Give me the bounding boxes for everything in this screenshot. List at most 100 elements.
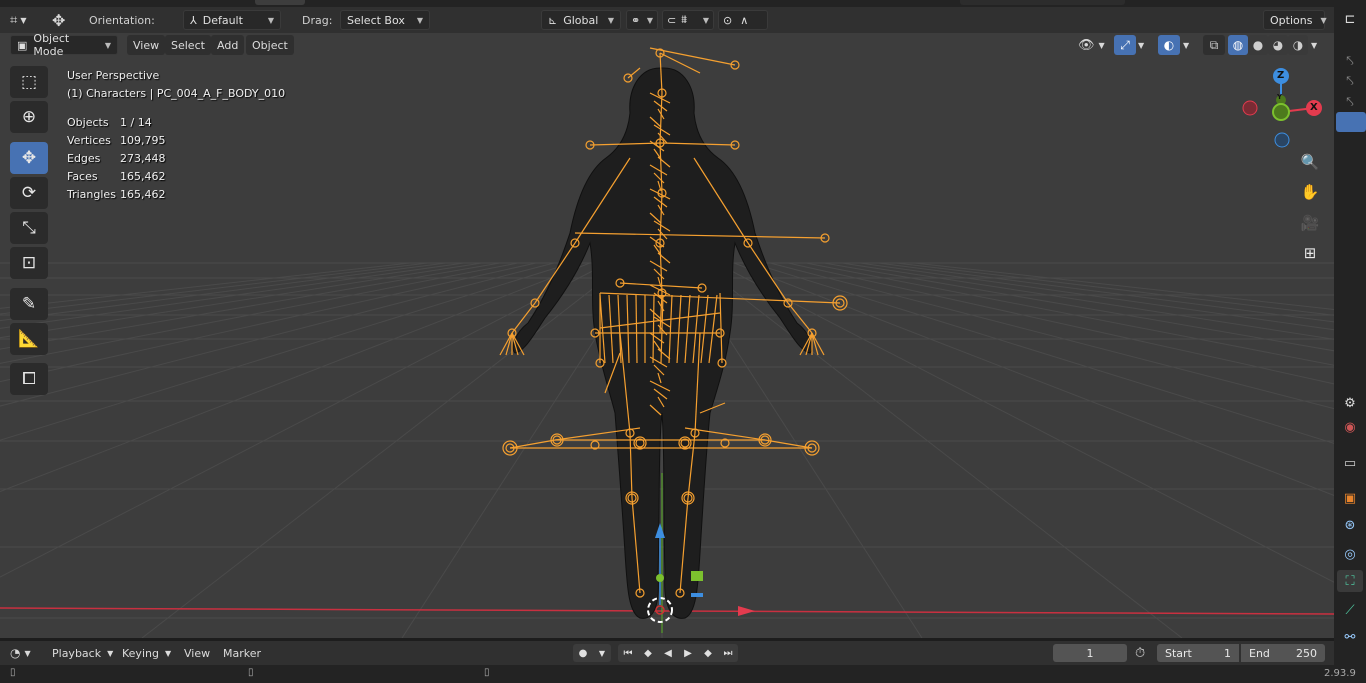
- scene-collection-icon[interactable]: ▭: [1337, 452, 1363, 474]
- menu-keying[interactable]: Keying ▼: [118, 644, 175, 662]
- workspace-tab[interactable]: [255, 0, 305, 5]
- bone-constraint-icon[interactable]: ⚯: [1337, 626, 1363, 648]
- stat-row: Vertices 109,795: [67, 132, 285, 150]
- next-keyframe-icon[interactable]: ◆: [698, 644, 718, 662]
- snap-select[interactable]: ⊂ ⩩ ▼: [662, 10, 714, 30]
- chevron-down-icon: ▼: [607, 15, 614, 25]
- stat-row: Triangles 165,462: [67, 186, 285, 204]
- options-dropdown[interactable]: Options ▼: [1263, 10, 1327, 30]
- workspace-search-field[interactable]: [960, 0, 1125, 5]
- chevron-down-icon[interactable]: ▼: [1311, 35, 1317, 55]
- select-box-icon[interactable]: ⬚: [10, 66, 48, 98]
- y-axis-handle[interactable]: [1272, 103, 1290, 121]
- timeline-editor-type[interactable]: ◔ ▼: [10, 644, 31, 662]
- menu-add[interactable]: Add: [211, 35, 245, 55]
- annotate-icon[interactable]: ✎: [10, 288, 48, 320]
- menu-playback[interactable]: Playback ▼: [48, 644, 117, 662]
- record-icon[interactable]: ●: [573, 644, 593, 662]
- neg-z-axis-handle[interactable]: [1274, 132, 1290, 148]
- modifier-properties-icon[interactable]: ⊛: [1337, 514, 1363, 536]
- bone-properties-icon[interactable]: ⟋: [1337, 599, 1363, 621]
- view-tab-icon[interactable]: ⤣: [1337, 70, 1363, 92]
- menu-view[interactable]: View: [127, 35, 166, 55]
- chevron-down-icon[interactable]: ▼: [593, 644, 611, 662]
- chevron-down-icon[interactable]: ▼: [1138, 35, 1144, 55]
- pivot-select[interactable]: ⚭ ▼: [626, 10, 658, 30]
- menu-object[interactable]: Object: [246, 35, 294, 55]
- stat-row: Faces 165,462: [67, 168, 285, 186]
- chevron-down-icon: ▼: [702, 15, 709, 25]
- play-reverse-icon[interactable]: ◀: [658, 644, 678, 662]
- perspective-toggle-icon[interactable]: ⊞: [1297, 240, 1323, 266]
- scale-icon[interactable]: ⤡: [10, 212, 48, 244]
- overlays-toggle-icon[interactable]: ◐: [1158, 35, 1180, 55]
- editor-type-select[interactable]: ⌗ ▼: [10, 10, 26, 30]
- plane-handle-z[interactable]: [691, 593, 703, 597]
- active-sidebar-tab[interactable]: [1336, 112, 1366, 132]
- x-axis-label: X: [1310, 102, 1318, 113]
- mouse-left-icon: ▯: [10, 667, 16, 678]
- plane-handle[interactable]: [691, 571, 703, 581]
- render-properties-icon[interactable]: ◉: [1337, 416, 1363, 438]
- drag-label: Drag:: [302, 13, 333, 27]
- end-frame-field[interactable]: End 250: [1241, 644, 1325, 662]
- zoom-icon[interactable]: 🔍: [1297, 149, 1323, 175]
- material-shading-icon[interactable]: ◕: [1268, 35, 1288, 55]
- y-axis-label: Y: [1277, 93, 1283, 101]
- neg-x-axis-handle[interactable]: [1242, 100, 1258, 116]
- pan-hand-icon[interactable]: ✋: [1297, 179, 1323, 205]
- chevron-down-icon[interactable]: ▼: [1183, 35, 1189, 55]
- wireframe-shading-icon[interactable]: ◍: [1228, 35, 1248, 55]
- cursor-icon[interactable]: ⊕: [10, 101, 48, 133]
- move-x-arrow[interactable]: [738, 606, 755, 616]
- stat-value: 165,462: [120, 188, 166, 201]
- viewport-editor-icon: ⌗: [10, 12, 18, 28]
- preview-range-clock-icon[interactable]: ⏱: [1135, 644, 1145, 662]
- transform-icon[interactable]: ⊡: [10, 247, 48, 279]
- play-icon[interactable]: ▶: [678, 644, 698, 662]
- tool-properties-icon[interactable]: ⚙: [1337, 392, 1363, 414]
- xray-toggle-icon[interactable]: ⧉: [1203, 35, 1225, 55]
- chevron-down-icon: ▼: [267, 15, 274, 25]
- item-tab-icon[interactable]: ⤣: [1337, 91, 1363, 113]
- gizmo-toggle-icon[interactable]: ⤢: [1114, 35, 1136, 55]
- mode-select[interactable]: ▣ Object Mode ▼: [10, 33, 118, 58]
- playback-label: Playback: [52, 646, 102, 660]
- measure-icon[interactable]: 📐: [10, 323, 48, 355]
- stat-label: Vertices: [67, 134, 111, 147]
- proportional-edit-select[interactable]: ⊙ ∧: [718, 10, 768, 30]
- move-y-handle[interactable]: [656, 574, 664, 582]
- rotate-icon[interactable]: ⟳: [10, 177, 48, 209]
- drag-select[interactable]: Select Box ▼: [340, 10, 430, 30]
- visibility-dropdown[interactable]: 👁 ▼: [1078, 35, 1105, 55]
- solid-shading-icon[interactable]: ●: [1248, 35, 1268, 55]
- status-bar: ▯ ▯ ▯ 2.93.9: [0, 665, 1366, 683]
- mouse-middle-icon: ▯: [248, 667, 254, 678]
- object-data-armature-icon[interactable]: ⛶: [1337, 570, 1363, 592]
- tool-tab-icon[interactable]: ⤣: [1337, 50, 1363, 72]
- camera-view-icon[interactable]: 🎥: [1297, 210, 1323, 236]
- transform-orientation-select[interactable]: ⊾ Global ▼: [541, 10, 621, 30]
- x-axis-line: [0, 607, 1334, 615]
- rendered-shading-icon[interactable]: ◑: [1288, 35, 1308, 55]
- physics-properties-icon[interactable]: ◎: [1337, 543, 1363, 565]
- menu-select[interactable]: Select: [165, 35, 211, 55]
- orientation-select[interactable]: ⅄ Default ▼: [183, 10, 281, 30]
- menu-marker[interactable]: Marker: [219, 644, 265, 662]
- prev-keyframe-icon[interactable]: ◆: [638, 644, 658, 662]
- menu-timeline-view[interactable]: View: [180, 644, 214, 662]
- current-frame-field[interactable]: 1: [1053, 644, 1127, 662]
- jump-end-icon[interactable]: ⏭: [718, 644, 738, 662]
- jump-start-icon[interactable]: ⏮: [618, 644, 638, 662]
- object-properties-icon[interactable]: ▣: [1337, 487, 1363, 509]
- clock-editor-icon: ◔: [10, 646, 21, 660]
- add-cube-icon[interactable]: ⧠: [10, 363, 48, 395]
- start-frame-field[interactable]: Start 1: [1157, 644, 1239, 662]
- stat-label: Edges: [67, 152, 101, 165]
- chevron-down-icon: ▼: [1320, 15, 1327, 25]
- eye-icon: 👁: [1078, 37, 1095, 53]
- outliner-icon[interactable]: ⊏: [1337, 8, 1363, 30]
- navigation-gizmo[interactable]: Z X Y: [1236, 66, 1332, 156]
- move-icon[interactable]: ✥: [10, 142, 48, 174]
- mouse-right-icon: ▯: [484, 667, 490, 678]
